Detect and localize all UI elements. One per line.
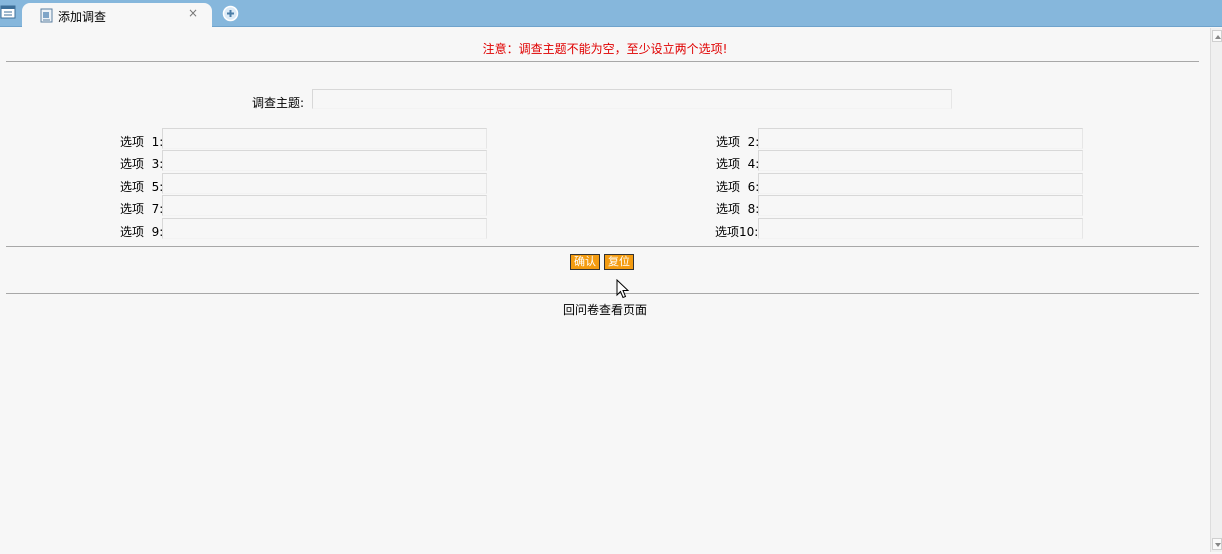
- divider: [6, 246, 1199, 247]
- option-9-label: 选项 9:: [120, 225, 164, 239]
- window-list-icon[interactable]: [0, 4, 17, 21]
- scroll-up-arrow-icon[interactable]: [1212, 30, 1222, 42]
- option-4-label: 选项 4:: [716, 157, 760, 171]
- option-1-label: 选项 1:: [120, 135, 164, 149]
- vertical-scrollbar[interactable]: [1210, 28, 1222, 552]
- option-8-label: 选项 8:: [716, 202, 760, 216]
- subject-input[interactable]: [312, 89, 952, 109]
- option-5-label: 选项 5:: [120, 180, 164, 194]
- option-1-input[interactable]: [162, 128, 487, 149]
- option-2-input[interactable]: [758, 128, 1083, 149]
- divider: [6, 61, 1199, 62]
- option-3-label: 选项 3:: [120, 157, 164, 171]
- back-to-survey-link[interactable]: 回问卷查看页面: [0, 301, 1210, 318]
- close-icon[interactable]: ×: [188, 6, 198, 20]
- option-7-input[interactable]: [162, 195, 487, 216]
- option-5-input[interactable]: [162, 173, 487, 194]
- subject-label: 调查主题:: [252, 96, 305, 110]
- confirm-button[interactable]: 确认: [570, 254, 600, 270]
- tab-add-survey[interactable]: 添加调查 ×: [22, 3, 212, 28]
- option-9-input[interactable]: [162, 218, 487, 239]
- mouse-cursor-icon: [616, 279, 630, 299]
- document-icon: [40, 8, 53, 23]
- option-4-input[interactable]: [758, 150, 1083, 171]
- option-6-label: 选项 6:: [716, 180, 760, 194]
- option-10-input[interactable]: [758, 218, 1083, 239]
- scroll-down-arrow-icon[interactable]: [1212, 538, 1222, 550]
- option-8-input[interactable]: [758, 195, 1083, 216]
- notice-text: 注意：调查主题不能为空，至少设立两个选项!: [482, 42, 728, 56]
- option-6-input[interactable]: [758, 173, 1083, 194]
- option-2-label: 选项 2:: [716, 135, 760, 149]
- add-tab-icon[interactable]: [222, 5, 239, 22]
- reset-button[interactable]: 复位: [604, 254, 634, 270]
- tab-bar: 添加调查 ×: [0, 0, 1222, 28]
- option-7-label: 选项 7:: [120, 202, 164, 216]
- page-content: 注意：调查主题不能为空，至少设立两个选项! 调查主题: 选项 1: 选项 2: …: [0, 28, 1210, 552]
- option-10-label: 选项10:: [715, 225, 759, 239]
- divider: [6, 293, 1199, 294]
- tab-title: 添加调查: [58, 10, 107, 24]
- option-3-input[interactable]: [162, 150, 487, 171]
